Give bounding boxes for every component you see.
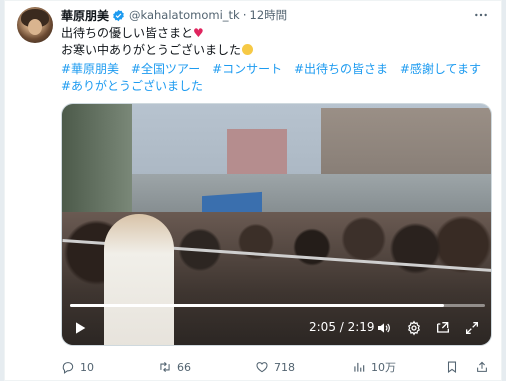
tweet-text: 出待ちの優しい皆さまと♥ お寒い中ありがとうございました	[61, 25, 495, 59]
pip-icon[interactable]	[435, 320, 451, 336]
tweet-header: 華原朋美 @kahalatomomi_tk · 12時間	[61, 7, 287, 23]
retweet-button[interactable]: 66	[158, 358, 191, 376]
more-icon[interactable]	[473, 7, 489, 23]
hashtag-link[interactable]: #出待ちの皆さま	[294, 62, 388, 76]
text-line-2: お寒い中ありがとうございました	[61, 43, 242, 57]
video-progress-fill	[70, 304, 444, 307]
reply-count: 10	[80, 360, 94, 374]
tweet-actions: 10 66 718 10万	[61, 358, 501, 376]
video-player[interactable]: 2:05 / 2:19	[61, 103, 492, 346]
tearful-smile-emoji-icon	[242, 44, 254, 55]
views-button[interactable]: 10万	[352, 358, 396, 376]
tweet-card[interactable]: 華原朋美 @kahalatomomi_tk · 12時間 出待ちの優しい皆さまと…	[4, 0, 502, 381]
hashtag-link[interactable]: #華原朋美	[61, 62, 119, 76]
video-progress-bar[interactable]	[70, 304, 485, 307]
hashtags: #華原朋美 #全国ツアー #コンサート #出待ちの皆さま #感謝してます #あり…	[61, 61, 501, 95]
views-icon	[354, 362, 365, 372]
reply-icon	[62, 362, 74, 374]
view-count: 10万	[371, 361, 396, 374]
separator: ·	[242, 8, 247, 22]
verified-badge-icon	[113, 9, 124, 21]
reply-button[interactable]: 10	[61, 358, 94, 376]
display-name[interactable]: 華原朋美	[61, 7, 109, 24]
avatar[interactable]	[17, 7, 53, 43]
bookmark-icon[interactable]	[445, 360, 459, 374]
share-icon[interactable]	[475, 360, 489, 374]
like-icon	[256, 362, 268, 373]
heart-emoji: ♥	[193, 26, 204, 40]
settings-icon[interactable]	[406, 320, 422, 336]
fullscreen-icon[interactable]	[464, 320, 480, 336]
video-timecode: 2:05 / 2:19	[309, 320, 375, 334]
handle[interactable]: @kahalatomomi_tk	[129, 8, 240, 22]
hashtag-link[interactable]: #感謝してます	[400, 62, 481, 76]
timestamp[interactable]: 12時間	[250, 7, 288, 23]
video-controls: 2:05 / 2:19	[62, 311, 491, 345]
retweet-icon	[160, 361, 170, 373]
volume-icon[interactable]	[376, 320, 392, 336]
text-line-1: 出待ちの優しい皆さまと	[61, 26, 194, 40]
hashtag-link[interactable]: #コンサート	[212, 62, 282, 76]
like-count: 718	[274, 360, 295, 374]
video-frame-building	[227, 129, 287, 174]
retweet-count: 66	[177, 360, 191, 374]
like-button[interactable]: 718	[255, 358, 295, 376]
hashtag-link[interactable]: #全国ツアー	[131, 62, 200, 76]
play-icon[interactable]	[72, 320, 88, 336]
hashtag-link[interactable]: #ありがとうございました	[61, 79, 203, 93]
